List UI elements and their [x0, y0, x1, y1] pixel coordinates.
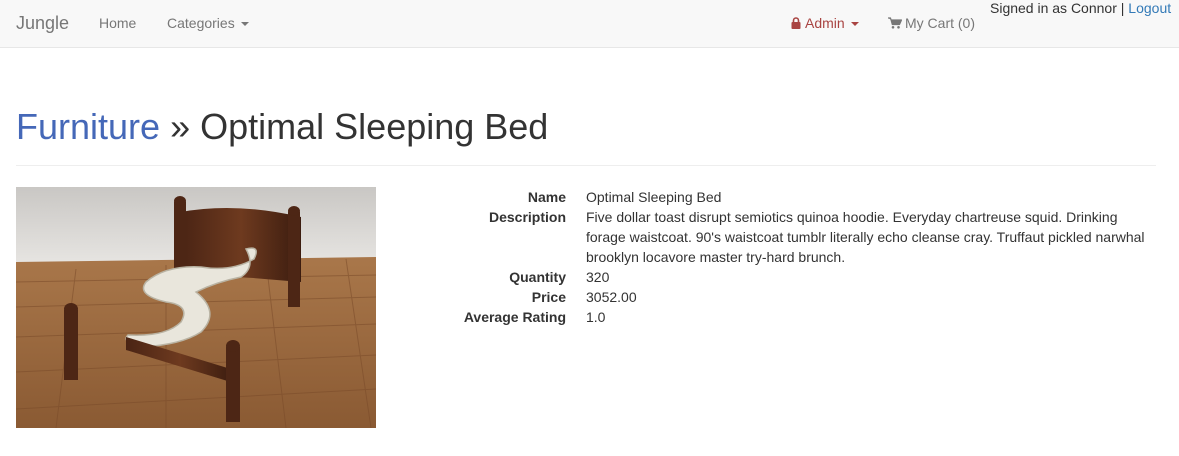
nav-categories-label: Categories	[167, 15, 235, 31]
page-title: Furniture » Optimal Sleeping Bed	[16, 106, 1156, 148]
signed-in-status: Signed in as Connor | Logout	[990, 0, 1171, 16]
page-header: Furniture » Optimal Sleeping Bed	[16, 106, 1156, 166]
nav-admin-label: Admin	[805, 15, 845, 31]
nav-cart-link[interactable]: My Cart (0)	[888, 15, 975, 31]
nav-categories-dropdown[interactable]: Categories	[167, 15, 249, 31]
caret-down-icon	[240, 22, 249, 27]
brand-link[interactable]: Jungle	[16, 13, 69, 33]
breadcrumb-separator: »	[170, 106, 191, 147]
detail-row-description: Description Five dollar toast disrupt se…	[396, 207, 1156, 267]
detail-label: Quantity	[509, 269, 566, 285]
product-image	[16, 187, 376, 428]
nav-home-link[interactable]: Home	[99, 15, 136, 31]
detail-value: Five dollar toast disrupt semiotics quin…	[586, 209, 1145, 265]
caret-down-icon	[850, 22, 859, 27]
lock-icon	[791, 17, 801, 29]
logout-link[interactable]: Logout	[1128, 0, 1171, 16]
detail-row-average-rating: Average Rating 1.0	[396, 307, 1156, 327]
detail-row-quantity: Quantity 320	[396, 267, 1156, 287]
product-details: Name Optimal Sleeping Bed Description Fi…	[396, 187, 1156, 327]
detail-value: 3052.00	[586, 289, 637, 305]
product-title: Optimal Sleeping Bed	[200, 106, 549, 147]
detail-value: Optimal Sleeping Bed	[586, 189, 722, 205]
detail-value: 1.0	[586, 309, 606, 325]
signed-in-separator: |	[1120, 0, 1125, 16]
detail-row-name: Name Optimal Sleeping Bed	[396, 187, 1156, 207]
detail-row-price: Price 3052.00	[396, 287, 1156, 307]
detail-label: Description	[488, 209, 566, 225]
detail-label: Price	[531, 289, 566, 305]
category-breadcrumb-link[interactable]: Furniture	[16, 106, 160, 147]
detail-label: Average Rating	[463, 309, 566, 325]
nav-admin-dropdown[interactable]: Admin	[791, 15, 859, 31]
shopping-cart-icon	[888, 17, 902, 29]
signed-in-text: Signed in as Connor	[990, 0, 1117, 16]
detail-value: 320	[586, 269, 610, 285]
nav-home-label: Home	[99, 15, 137, 31]
navbar: Jungle Home Categories Admin My Cart (0)…	[0, 0, 1179, 48]
detail-label: Name	[527, 189, 566, 205]
nav-cart-label: My Cart (0)	[905, 15, 975, 31]
